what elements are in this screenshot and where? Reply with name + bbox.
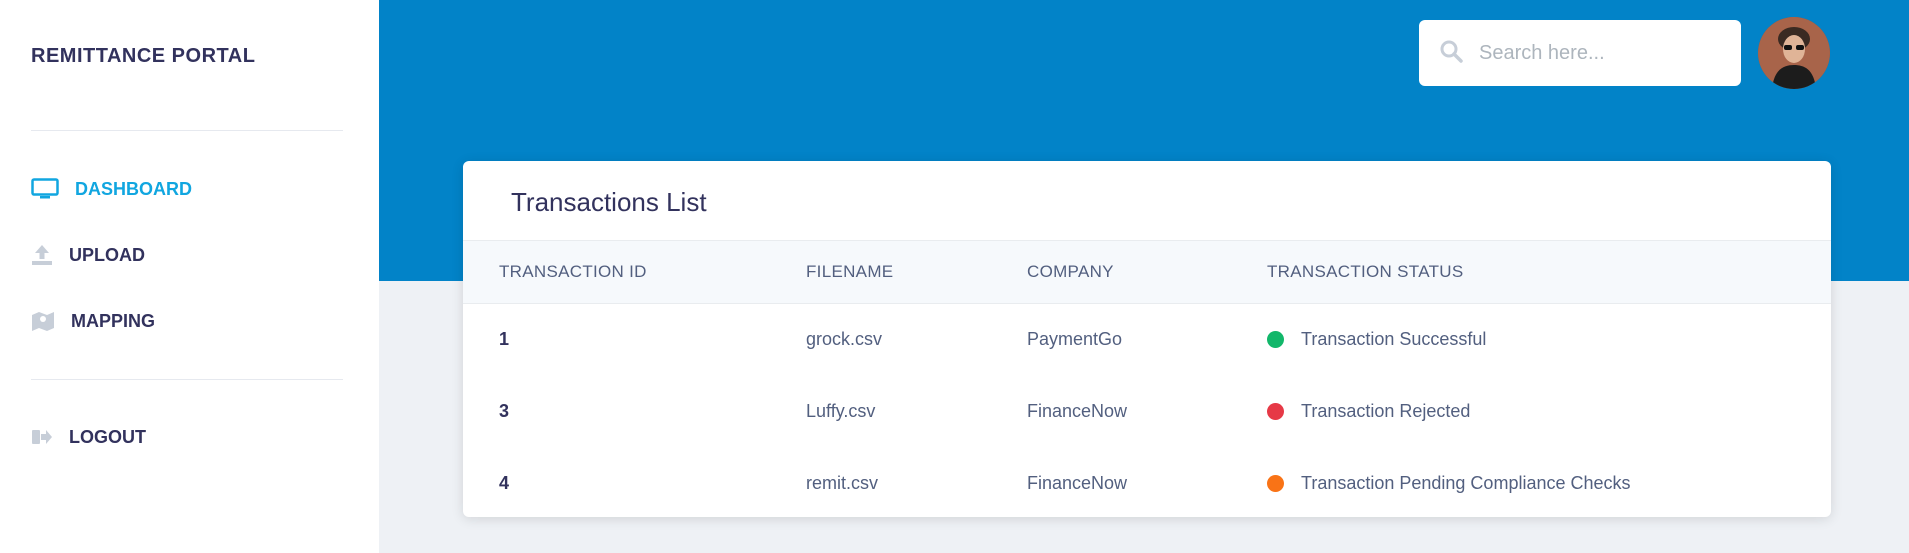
- transaction-status: Transaction Rejected: [1267, 401, 1470, 422]
- status-dot-icon: [1267, 331, 1284, 348]
- sidebar-item-label: UPLOAD: [69, 244, 145, 265]
- search-input[interactable]: [1477, 40, 1721, 66]
- upload-icon: [31, 244, 55, 266]
- column-header: FILENAME: [806, 262, 894, 281]
- sidebar-divider: [31, 379, 343, 380]
- filename: grock.csv: [806, 329, 883, 349]
- transactions-card: Transactions List TRANSACTION ID FILENAM…: [463, 161, 1831, 517]
- sidebar-item-logout[interactable]: LOGOUT: [31, 426, 146, 448]
- search-icon: [1439, 39, 1463, 68]
- sidebar: REMITTANCE PORTAL DASHBOARD UPLOAD MAPPI…: [0, 0, 379, 553]
- transaction-status: Transaction Successful: [1267, 329, 1486, 350]
- status-dot-icon: [1267, 475, 1284, 492]
- transaction-id: 1: [499, 329, 510, 349]
- column-header: COMPANY: [1027, 262, 1114, 281]
- status-text: Transaction Successful: [1301, 329, 1487, 349]
- filename: Luffy.csv: [806, 401, 876, 421]
- company: FinanceNow: [1027, 401, 1128, 421]
- sidebar-item-upload[interactable]: UPLOAD: [31, 244, 145, 266]
- sidebar-item-label: LOGOUT: [69, 426, 146, 447]
- sidebar-item-label: MAPPING: [71, 310, 156, 331]
- map-icon: [31, 310, 57, 332]
- company: FinanceNow: [1027, 473, 1128, 493]
- transaction-id: 4: [499, 473, 510, 493]
- avatar[interactable]: [1758, 17, 1830, 89]
- status-dot-icon: [1267, 403, 1284, 420]
- table-header: TRANSACTION ID FILENAME COMPANY TRANSACT…: [463, 240, 1831, 304]
- status-text: Transaction Rejected: [1301, 401, 1471, 421]
- status-text: Transaction Pending Compliance Checks: [1301, 473, 1631, 493]
- logout-icon: [31, 426, 55, 448]
- sidebar-divider: [31, 130, 343, 131]
- sidebar-item-label: DASHBOARD: [75, 178, 192, 199]
- transaction-id: 3: [499, 401, 510, 421]
- table-row[interactable]: 4 remit.csv FinanceNow Transaction Pendi…: [463, 447, 1831, 517]
- transaction-status: Transaction Pending Compliance Checks: [1267, 473, 1631, 494]
- table-row[interactable]: 1 grock.csv PaymentGo Transaction Succes…: [463, 303, 1831, 375]
- sidebar-item-mapping[interactable]: MAPPING: [31, 310, 155, 332]
- monitor-icon: [31, 178, 61, 200]
- sidebar-item-dashboard[interactable]: DASHBOARD: [31, 178, 192, 200]
- card-title: Transactions List: [511, 187, 707, 217]
- table-row[interactable]: 3 Luffy.csv FinanceNow Transaction Rejec…: [463, 375, 1831, 447]
- search-box[interactable]: [1419, 20, 1741, 86]
- column-header: TRANSACTION ID: [499, 262, 647, 281]
- company: PaymentGo: [1027, 329, 1123, 349]
- filename: remit.csv: [806, 473, 878, 493]
- column-header: TRANSACTION STATUS: [1267, 262, 1464, 281]
- brand-title: REMITTANCE PORTAL: [31, 45, 256, 67]
